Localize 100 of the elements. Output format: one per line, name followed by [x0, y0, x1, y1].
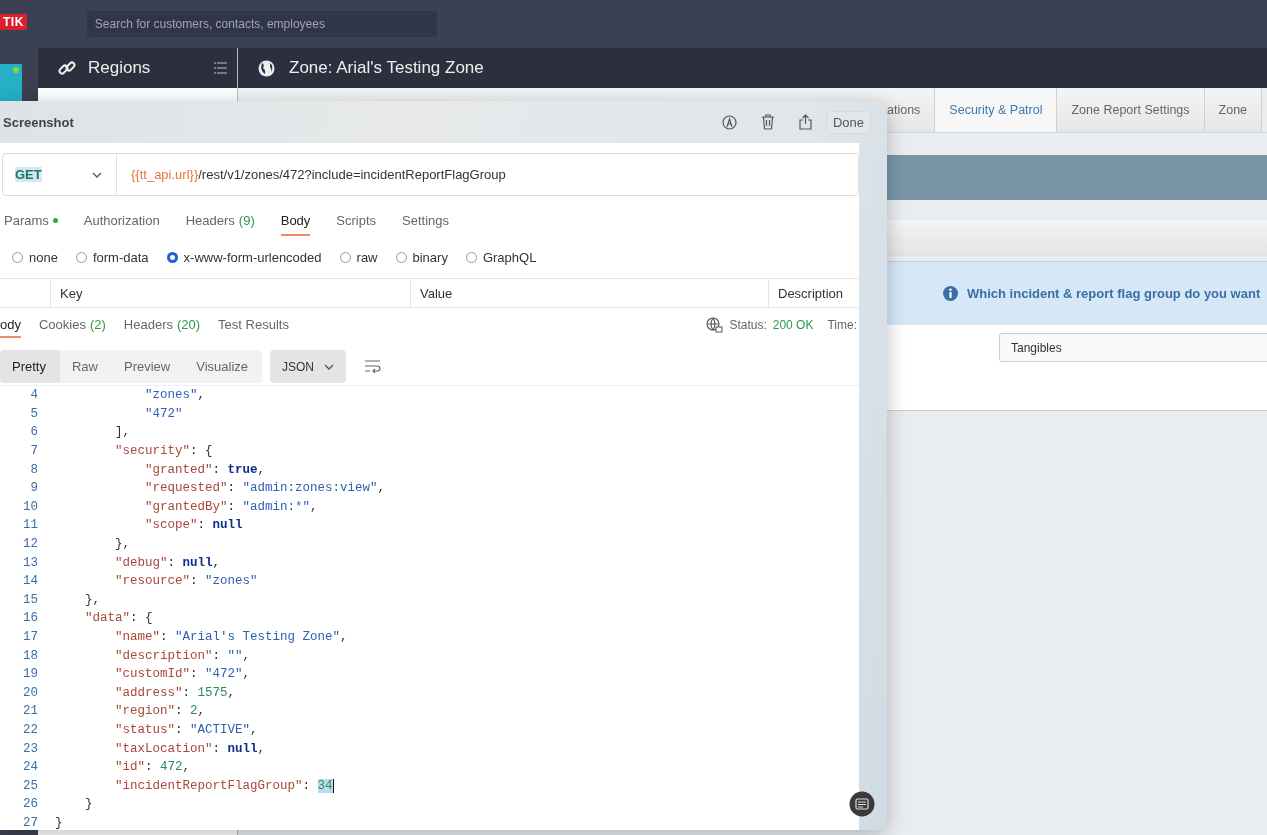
line-number: 11	[22, 518, 39, 533]
line-number: 25	[22, 778, 39, 793]
column-header: Description	[768, 279, 859, 307]
line-number: 15	[22, 592, 39, 607]
code-line: },	[84, 592, 100, 607]
code-line: }	[55, 815, 63, 830]
done-button[interactable]: Done	[825, 110, 871, 134]
zone-tab[interactable]: Zone Report Settings	[1057, 88, 1205, 132]
globe-icon	[258, 59, 275, 77]
link-icon	[58, 59, 76, 77]
line-number: 16	[22, 611, 39, 626]
response-tab[interactable]: Headers (20)	[123, 312, 201, 338]
status-label: Status:	[729, 318, 767, 332]
radio-button[interactable]	[166, 251, 178, 263]
request-tab[interactable]: Settings	[402, 206, 450, 236]
code-line: "zones",	[144, 388, 206, 403]
code-line: "security": {	[114, 444, 213, 459]
view-option[interactable]: Pretty	[0, 350, 60, 383]
window-title: Screenshot	[3, 114, 75, 130]
line-number: 17	[22, 630, 39, 644]
line-number: 14	[22, 574, 39, 589]
radio-label[interactable]: none	[29, 249, 58, 265]
line-number: 6	[29, 425, 39, 440]
line-number: 26	[22, 797, 39, 812]
code-line: "description": "",	[114, 648, 251, 663]
request-tab[interactable]: Params	[4, 206, 58, 236]
radio-label[interactable]: form-data	[92, 249, 149, 265]
response-tab[interactable]: Test Results	[218, 312, 289, 338]
code-line: },	[114, 537, 130, 552]
radio-button[interactable]	[12, 251, 23, 263]
list-icon[interactable]	[214, 62, 227, 74]
method-dropdown[interactable]: GET	[3, 154, 117, 195]
view-option[interactable]: Visualize	[184, 350, 263, 383]
line-number: 8	[29, 462, 39, 477]
zone-tab[interactable]: ations	[887, 88, 936, 132]
code-line: "region": 2,	[114, 704, 206, 719]
line-number: 19	[22, 667, 39, 682]
code-line: "grantedBy": "admin:*",	[144, 499, 318, 514]
line-number: 18	[22, 648, 39, 663]
info-icon	[943, 286, 958, 301]
zone-title: Zone: Arial's Testing Zone	[289, 58, 484, 78]
code-line: }	[84, 797, 93, 812]
radio-button[interactable]	[75, 251, 87, 263]
code-line: "id": 472,	[114, 760, 191, 775]
response-tab[interactable]: Cookies (2)	[38, 312, 106, 338]
chevron-icon	[324, 363, 335, 370]
code-line: "customId": "472",	[114, 667, 251, 682]
response-tab[interactable]: ody	[0, 312, 21, 338]
time-label: Time:	[827, 318, 857, 332]
console-icon[interactable]	[849, 791, 875, 817]
logo[interactable]: TIK	[0, 13, 27, 30]
column-header: Key	[50, 279, 410, 307]
radio-button[interactable]	[395, 251, 407, 263]
line-number: 4	[29, 388, 39, 403]
code-line: "requested": "admin:zones:view",	[144, 481, 386, 496]
line-number: 7	[29, 444, 39, 459]
radio-button[interactable]	[339, 251, 351, 263]
radio-label[interactable]: binary	[412, 249, 448, 265]
format-dropdown[interactable]: JSON	[270, 350, 347, 383]
view-option[interactable]: Raw	[59, 350, 112, 383]
markup-icon[interactable]	[721, 114, 737, 130]
code-line: "resource": "zones"	[114, 574, 258, 589]
line-number: 27	[22, 815, 39, 830]
line-number: 10	[22, 499, 39, 514]
radio-button[interactable]	[465, 251, 477, 263]
code-line: "taxLocation": null,	[114, 741, 266, 756]
line-number: 21	[22, 704, 39, 719]
chevron-icon	[92, 171, 102, 178]
request-tab[interactable]: Headers (9)	[185, 206, 255, 236]
line-number: 9	[29, 481, 39, 496]
request-tab[interactable]: Scripts	[336, 206, 377, 236]
code-line: "incidentReportFlagGroup": 34	[114, 778, 334, 793]
line-number: 22	[22, 723, 39, 737]
request-tab[interactable]: Body	[280, 206, 311, 236]
wrap-lines-icon[interactable]	[364, 360, 382, 373]
url-field[interactable]: {{tt_api.url}}/rest/v1/zones/472?include=incidentReportFlagGroup	[117, 167, 506, 182]
code-line: ],	[114, 425, 130, 440]
line-number: 13	[22, 555, 39, 570]
line-number: 23	[22, 741, 39, 756]
radio-label[interactable]: x-www-form-urlencoded	[183, 249, 322, 265]
zone-tab[interactable]: Security & Patrol	[935, 88, 1058, 132]
code-line: "debug": null,	[114, 555, 221, 570]
group-select[interactable]: Tangibles	[999, 333, 1267, 362]
line-number: 12	[22, 537, 39, 552]
request-tab[interactable]: Authorization	[83, 206, 160, 236]
search-field[interactable]: Search for customers, contacts, employees	[86, 11, 437, 37]
globe-lock-icon[interactable]	[706, 317, 724, 333]
info-text: Which incident & report flag group do you want	[967, 286, 1261, 301]
zone-tab[interactable]: Zone	[1204, 88, 1263, 132]
trash-icon[interactable]	[760, 114, 775, 130]
radio-label[interactable]: GraphQL	[482, 249, 537, 265]
code-line: "granted": true,	[144, 462, 266, 477]
view-option[interactable]: Preview	[112, 350, 185, 383]
line-number: 20	[22, 685, 39, 700]
radio-label[interactable]: raw	[356, 249, 378, 265]
code-line: "status": "ACTIVE",	[114, 723, 258, 737]
share-icon[interactable]	[798, 114, 812, 130]
code-line: "472"	[144, 406, 183, 421]
app-tile[interactable]	[0, 64, 22, 102]
code-line: "scope": null	[144, 518, 243, 533]
